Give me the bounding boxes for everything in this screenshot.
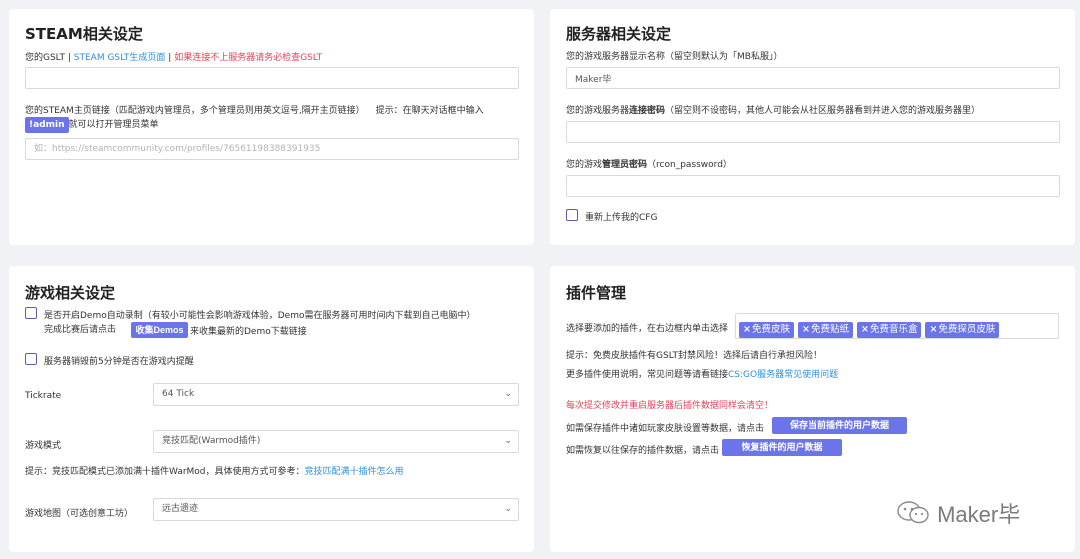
- reupload-cfg-checkbox[interactable]: [566, 209, 578, 221]
- steam-settings-card: STEAM相关设定 您的GSLT | STEAM GSLT生成页面 | 如果连接…: [9, 9, 534, 245]
- close-icon[interactable]: ×: [802, 324, 810, 335]
- tickrate-label: Tickrate: [25, 391, 62, 401]
- plugin-tag[interactable]: ×免费探员皮肤: [925, 322, 1000, 338]
- close-icon[interactable]: ×: [743, 324, 751, 335]
- rcon-label-c: （rcon_password）: [647, 160, 732, 170]
- plugin-tag-label: 免费贴纸: [810, 324, 849, 335]
- demo-sub-row: 完成比赛后请点击: [44, 324, 116, 336]
- gslt-input[interactable]: [25, 67, 519, 89]
- admin-command-badge: !admin: [25, 117, 69, 133]
- server-password-label-b: 连接密码: [629, 106, 666, 116]
- gslt-warning-text: 如果连接不上服务器请务必检查GSLT: [174, 53, 323, 63]
- gslt-label: 您的GSLT: [25, 53, 65, 63]
- game-mode-hint-text: 提示：竞技匹配模式已添加满十插件WarMod，具体使用方式可参考：: [25, 467, 305, 477]
- wechat-icon: [896, 500, 932, 526]
- destroy-remind-label: 服务器销毁前5分钟是否在游戏内提醒: [44, 357, 194, 367]
- game-settings-title: 游戏相关设定: [25, 284, 116, 302]
- map-label: 游戏地图（可选创意工坊）: [25, 509, 134, 519]
- plugin-tag-label: 免费皮肤: [751, 324, 790, 335]
- profile-label: 您的STEAM主页链接（匹配游戏内管理员，多个管理员则用英文逗号,隔开主页链接）…: [25, 103, 484, 116]
- demo-record-label: 是否开启Demo自动录制（有较小可能性会影响游戏体验，Demo需在服务器可用时间…: [44, 311, 476, 321]
- tickrate-selected: 64 Tick: [162, 389, 195, 399]
- save-plugin-data-text: 如需保存插件中诸如玩家皮肤设置等数据，请点击: [566, 424, 765, 434]
- game-mode-select[interactable]: 竞技匹配(Warmod插件) ⌄: [153, 430, 519, 453]
- separator: |: [168, 53, 172, 63]
- plugin-more-info: 更多插件使用说明，常见问题等请看链接CS:GO服务器常见使用问题: [566, 367, 838, 380]
- plugin-risk-hint: 提示：免费皮肤插件有GSLT封禁风险！选择后请自行承担风险！: [566, 351, 822, 361]
- profile-hint-text: 提示：在聊天对话框中输入: [375, 106, 484, 116]
- rcon-password-label: 您的游戏管理员密码（rcon_password）: [566, 157, 732, 170]
- gslt-label-row: 您的GSLT | STEAM GSLT生成页面 | 如果连接不上服务器请务必检查…: [25, 50, 322, 63]
- server-settings-title: 服务器相关设定: [566, 25, 672, 43]
- plugin-management-title: 插件管理: [566, 284, 627, 302]
- server-password-label-a: 您的游戏服务器: [566, 106, 630, 116]
- demo-record-checkbox[interactable]: [25, 307, 37, 319]
- profile-label-text: 您的STEAM主页链接（匹配游戏内管理员，多个管理员则用英文逗号,隔开主页链接）: [25, 106, 365, 116]
- watermark: Maker毕: [896, 497, 1020, 529]
- plugin-tag[interactable]: ×免费皮肤: [739, 322, 794, 338]
- faq-link[interactable]: CS:GO服务器常见使用问题: [728, 370, 838, 380]
- close-icon[interactable]: ×: [861, 324, 869, 335]
- restore-plugin-data-text: 如需恢复以往保存的插件数据，请点击: [566, 446, 720, 456]
- rcon-label-b: 管理员密码: [602, 160, 648, 170]
- restore-plugin-data-button[interactable]: 恢复插件的用户数据: [722, 439, 842, 456]
- steam-settings-title: STEAM相关设定: [25, 25, 143, 43]
- warmod-help-link[interactable]: 竞技匹配满十插件怎么用: [305, 467, 404, 477]
- game-mode-label: 游戏模式: [25, 441, 62, 451]
- map-selected: 远古遗迹: [162, 504, 199, 514]
- plugin-select-label: 选择要添加的插件，在右边框内单击选择: [566, 324, 729, 334]
- map-select[interactable]: 远古遗迹 ⌄: [153, 498, 519, 521]
- game-mode-hint: 提示：竞技匹配模式已添加满十插件WarMod，具体使用方式可参考：竞技匹配满十插…: [25, 464, 404, 477]
- demo-sub-text-b: 来收集最新的Demo下载链接: [190, 327, 307, 337]
- steam-profile-input[interactable]: [25, 138, 519, 160]
- plugin-more-text: 更多插件使用说明，常见问题等请看链接: [566, 370, 729, 380]
- server-password-input[interactable]: [566, 121, 1060, 143]
- demo-sub-text-a: 完成比赛后请点击: [44, 325, 117, 335]
- gslt-generate-link[interactable]: STEAM GSLT生成页面: [74, 53, 166, 63]
- rcon-password-input[interactable]: [566, 175, 1060, 197]
- close-icon[interactable]: ×: [929, 324, 937, 335]
- game-settings-card: 游戏相关设定 是否开启Demo自动录制（有较小可能性会影响游戏体验，Demo需在…: [9, 266, 534, 552]
- rcon-label-a: 您的游戏: [566, 160, 603, 170]
- plugin-tag[interactable]: ×免费贴纸: [797, 322, 853, 338]
- server-name-input[interactable]: [566, 67, 1060, 89]
- chevron-down-icon: ⌄: [504, 504, 512, 514]
- server-name-label: 您的游戏服务器显示名称（留空则默认为「MB私服」）: [566, 52, 783, 62]
- admin-hint-text: 就可以打开管理员菜单: [68, 120, 159, 130]
- reupload-cfg-label: 重新上传我的CFG: [585, 213, 658, 223]
- destroy-remind-checkbox[interactable]: [25, 353, 37, 365]
- chevron-down-icon: ⌄: [504, 436, 512, 446]
- collect-demos-button[interactable]: 收集Demos: [131, 322, 188, 338]
- game-mode-selected: 竞技匹配(Warmod插件): [162, 436, 261, 446]
- server-settings-card: 服务器相关设定 您的游戏服务器显示名称（留空则默认为「MB私服」） 您的游戏服务…: [550, 9, 1075, 245]
- separator: |: [67, 53, 71, 63]
- tickrate-select[interactable]: 64 Tick ⌄: [153, 383, 519, 406]
- save-plugin-data-button[interactable]: 保存当前插件的用户数据: [772, 417, 907, 434]
- plugin-tag[interactable]: ×免费音乐盒: [856, 322, 922, 338]
- plugin-data-warning: 每次提交修改并重启服务器后插件数据同样会清空！: [566, 401, 774, 411]
- server-password-label: 您的游戏服务器连接密码（留空则不设密码，其他人可能会从社区服务器看到并进入您的游…: [566, 103, 980, 116]
- plugin-tag-box[interactable]: ×免费皮肤 ×免费贴纸 ×免费音乐盒 ×免费探员皮肤: [735, 313, 1059, 339]
- admin-hint-row: !admin 就可以打开管理员菜单: [25, 117, 159, 133]
- chevron-down-icon: ⌄: [504, 389, 512, 399]
- plugin-tag-label: 免费音乐盒: [869, 324, 918, 335]
- server-password-label-c: （留空则不设密码，其他人可能会从社区服务器看到并进入您的游戏服务器里）: [665, 106, 981, 116]
- plugin-tag-label: 免费探员皮肤: [938, 324, 996, 335]
- watermark-text: Maker毕: [937, 502, 1021, 527]
